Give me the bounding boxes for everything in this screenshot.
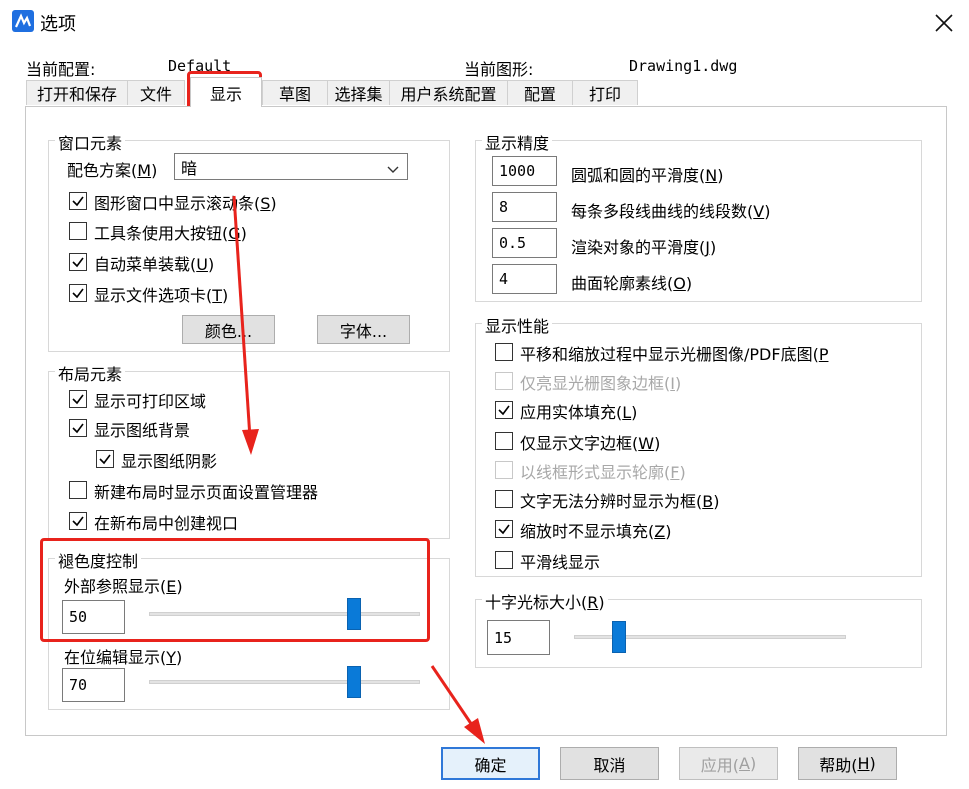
- apply-button[interactable]: 应用(A): [679, 747, 778, 780]
- cancel-button[interactable]: 取消: [560, 747, 659, 780]
- help-button[interactable]: 帮助(H): [798, 747, 897, 780]
- tab-display[interactable]: 显示: [190, 77, 262, 107]
- annotation-arrows: [232, 195, 485, 744]
- ok-button[interactable]: 确定: [441, 747, 540, 780]
